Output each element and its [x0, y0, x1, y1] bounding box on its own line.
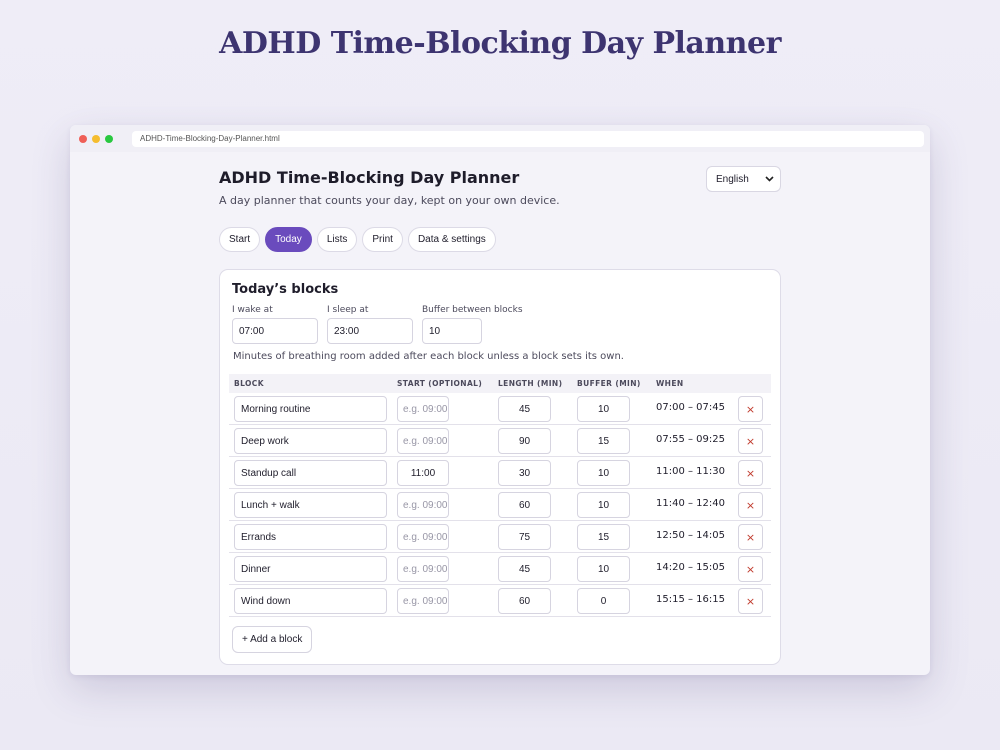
block-when-text: 07:00 – 07:45	[656, 402, 725, 413]
close-icon: ×	[745, 530, 756, 544]
block-name-input[interactable]: Errands	[234, 524, 387, 550]
column-header-block: BLOCK	[234, 379, 264, 388]
maximize-window-dot[interactable]	[105, 134, 113, 143]
delete-block-button[interactable]: ×	[738, 492, 763, 518]
close-window-dot[interactable]	[79, 134, 87, 143]
block-start-input[interactable]: e.g. 09:00	[397, 524, 449, 550]
block-when-text: 11:00 – 11:30	[656, 466, 725, 477]
table-row: Lunch + walk e.g. 09:00 60 10 11:40 – 12:40 ×	[229, 489, 771, 521]
block-name-input[interactable]: Lunch + walk	[234, 492, 387, 518]
block-start-input[interactable]: 11:00	[397, 460, 449, 486]
block-name-input[interactable]: Dinner	[234, 556, 387, 582]
tab-bar: Start Today Lists Print Data & settings	[219, 227, 496, 252]
card-title: Today’s blocks	[232, 282, 339, 297]
block-name-input[interactable]: Morning routine	[234, 396, 387, 422]
buffer-input[interactable]: 10	[422, 318, 482, 344]
delete-block-button[interactable]: ×	[738, 556, 763, 582]
table-row: Wind down e.g. 09:00 60 0 15:15 – 16:15 ×	[229, 585, 771, 617]
block-start-input[interactable]: e.g. 09:00	[397, 588, 449, 614]
block-name-input[interactable]: Standup call	[234, 460, 387, 486]
block-buffer-input[interactable]: 10	[577, 460, 630, 486]
table-row: Morning routine e.g. 09:00 45 10 07:00 – 07:…	[229, 393, 771, 425]
block-length-input[interactable]: 30	[498, 460, 551, 486]
block-buffer-input[interactable]: 15	[577, 428, 630, 454]
hero-title: ADHD Time-Blocking Day Planner	[219, 26, 781, 61]
page-title: ADHD Time-Blocking Day Planner	[219, 168, 520, 187]
block-when-text: 07:55 – 09:25	[656, 434, 725, 445]
tab-lists[interactable]: Lists	[316, 227, 358, 252]
close-icon: ×	[745, 402, 756, 416]
close-icon: ×	[745, 498, 756, 512]
todays-blocks-card: Today’s blocks I wake at 07:00 I sleep a…	[219, 269, 781, 665]
delete-block-button[interactable]: ×	[738, 428, 763, 454]
block-when-text: 11:40 – 12:40	[656, 498, 725, 509]
table-row: Errands e.g. 09:00 75 15 12:50 – 14:05 ×	[229, 521, 771, 553]
block-buffer-input[interactable]: 0	[577, 588, 630, 614]
close-icon: ×	[745, 594, 756, 608]
close-icon: ×	[745, 434, 756, 448]
block-length-input[interactable]: 45	[498, 396, 551, 422]
block-length-input[interactable]: 90	[498, 428, 551, 454]
block-start-input[interactable]: e.g. 09:00	[397, 492, 449, 518]
block-start-input[interactable]: e.g. 09:00	[397, 396, 449, 422]
tab-print[interactable]: Print	[362, 227, 403, 252]
minimize-window-dot[interactable]	[92, 134, 100, 143]
block-start-input[interactable]: e.g. 09:00	[397, 428, 449, 454]
add-block-button[interactable]: + Add a block	[232, 626, 313, 653]
chevron-down-icon	[765, 174, 774, 184]
delete-block-button[interactable]: ×	[738, 588, 763, 614]
browser-window: ADHD-Time-Blocking-Day-Planner.html ADHD…	[70, 125, 930, 675]
table-header: BLOCK START (OPTIONAL) LENGTH (MIN) BUFF…	[229, 374, 771, 393]
language-select[interactable]: English	[706, 166, 781, 192]
close-icon: ×	[745, 466, 756, 480]
table-row: Standup call 11:00 30 10 11:00 – 11:30 ×	[229, 457, 771, 489]
wake-label: I wake at	[232, 305, 273, 315]
block-when-text: 14:20 – 15:05	[656, 562, 725, 573]
column-header-start: START (OPTIONAL)	[397, 379, 483, 388]
block-name-input[interactable]: Wind down	[234, 588, 387, 614]
column-header-length: LENGTH (MIN)	[498, 379, 563, 388]
delete-block-button[interactable]: ×	[738, 524, 763, 550]
block-buffer-input[interactable]: 10	[577, 556, 630, 582]
page-subtitle: A day planner that counts your day, kept…	[219, 194, 560, 207]
delete-block-button[interactable]: ×	[738, 460, 763, 486]
block-buffer-input[interactable]: 10	[577, 492, 630, 518]
block-buffer-input[interactable]: 10	[577, 396, 630, 422]
language-select-value: English	[716, 173, 749, 185]
sleep-label: I sleep at	[327, 305, 369, 315]
sleep-time-input[interactable]: 23:00	[327, 318, 413, 344]
block-length-input[interactable]: 75	[498, 524, 551, 550]
block-length-input[interactable]: 45	[498, 556, 551, 582]
buffer-label: Buffer between blocks	[422, 305, 523, 315]
column-header-when: WHEN	[656, 379, 684, 388]
block-length-input[interactable]: 60	[498, 588, 551, 614]
block-buffer-input[interactable]: 15	[577, 524, 630, 550]
wake-time-input[interactable]: 07:00	[232, 318, 318, 344]
block-when-text: 15:15 – 16:15	[656, 594, 725, 605]
column-header-buffer: BUFFER (MIN)	[577, 379, 641, 388]
tab-data-settings[interactable]: Data & settings	[407, 227, 496, 252]
delete-block-button[interactable]: ×	[738, 396, 763, 422]
block-when-text: 12:50 – 14:05	[656, 530, 725, 541]
block-length-input[interactable]: 60	[498, 492, 551, 518]
close-icon: ×	[745, 562, 756, 576]
address-bar[interactable]: ADHD-Time-Blocking-Day-Planner.html	[132, 130, 924, 147]
browser-titlebar: ADHD-Time-Blocking-Day-Planner.html	[70, 125, 930, 152]
table-row: Dinner e.g. 09:00 45 10 14:20 – 15:05 ×	[229, 553, 771, 585]
tab-today[interactable]: Today	[265, 227, 312, 252]
tab-start[interactable]: Start	[219, 227, 261, 252]
block-start-input[interactable]: e.g. 09:00	[397, 556, 449, 582]
buffer-hint: Minutes of breathing room added after ea…	[233, 351, 624, 362]
table-row: Deep work e.g. 09:00 90 15 07:55 – 09:25 ×	[229, 425, 771, 457]
block-name-input[interactable]: Deep work	[234, 428, 387, 454]
